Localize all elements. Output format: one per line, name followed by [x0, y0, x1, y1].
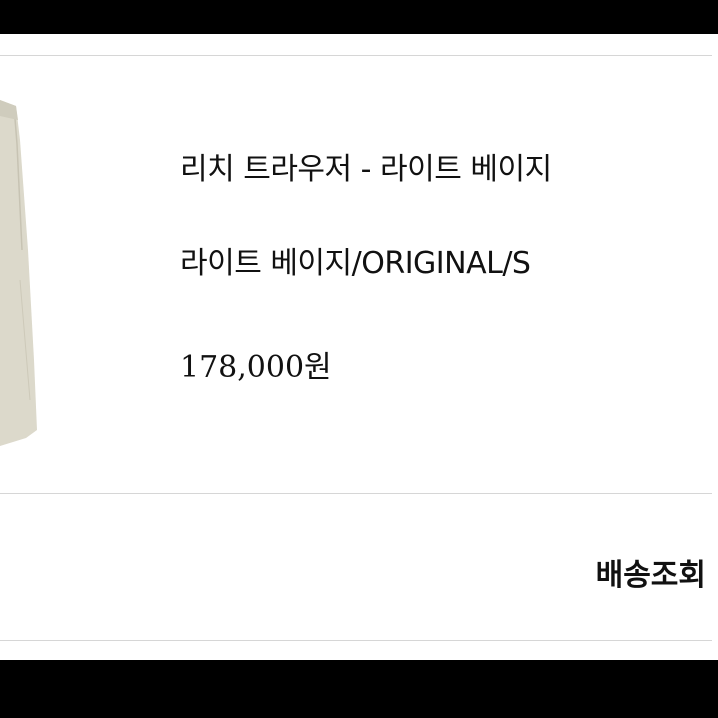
- bottom-divider: [0, 640, 712, 641]
- top-divider: [0, 55, 712, 56]
- delivery-tracking-button[interactable]: 배송조회: [596, 550, 706, 594]
- section-divider: [0, 493, 712, 494]
- product-thumbnail[interactable]: [0, 100, 44, 450]
- product-name[interactable]: 리치 트라우저 - 라이트 베이지: [180, 144, 552, 188]
- product-price: 178,000원: [180, 350, 332, 385]
- product-option: 라이트 베이지/ORIGINAL/S: [180, 246, 531, 281]
- order-item-card: 리치 트라우저 - 라이트 베이지 라이트 베이지/ORIGINAL/S 178…: [0, 34, 718, 660]
